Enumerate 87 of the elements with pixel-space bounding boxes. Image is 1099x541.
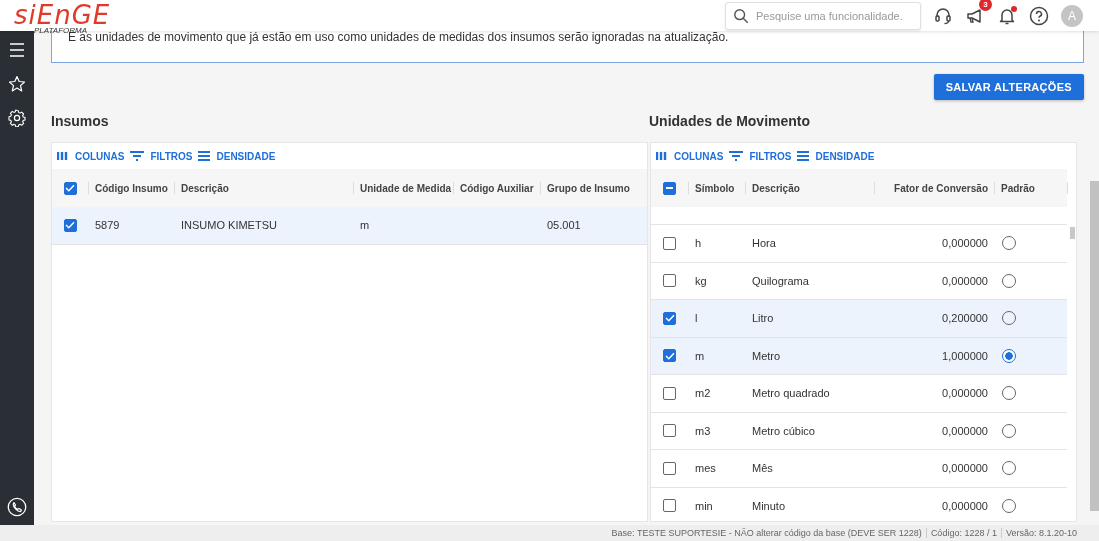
table-cell: kg: [695, 274, 707, 287]
table-row[interactable]: m Metro 1,000000: [651, 337, 1067, 375]
filter-icon: [729, 150, 744, 162]
column-header[interactable]: Símbolo: [695, 182, 735, 194]
column-header[interactable]: Padrão: [1001, 182, 1035, 194]
status-text: Código: 1228 / 1: [925, 528, 1001, 538]
table-cell: m2: [695, 387, 711, 400]
table-cell: 5879: [95, 219, 120, 232]
table-cell: Metro: [752, 349, 781, 362]
status-text: Base: TESTE SUPORTESIE - NÃO alterar código da base (DEVE SER 1228): [610, 528, 923, 538]
density-icon: [797, 150, 810, 162]
table-row[interactable]: m2 Metro quadrado 0,000000: [651, 375, 1067, 413]
table-cell: Mês: [752, 462, 773, 475]
toolbar-button[interactable]: COLUNAS: [56, 150, 126, 162]
table-cell: 0,000000: [942, 462, 988, 475]
table-cell: min: [695, 499, 713, 512]
checkbox[interactable]: [663, 349, 676, 363]
table-cell: 0,000000: [942, 237, 988, 250]
table-cell: h: [695, 237, 702, 250]
table-cell: m: [360, 219, 370, 232]
phone-icon[interactable]: [7, 497, 27, 517]
density-icon: [198, 150, 211, 162]
filter-icon: [130, 150, 145, 162]
toolbar-button[interactable]: FILTROS: [129, 150, 194, 162]
columns-icon: [57, 151, 69, 161]
toolbar-button[interactable]: FILTROS: [728, 150, 793, 162]
checkbox[interactable]: [663, 424, 676, 438]
scrollbar-thumb[interactable]: [1070, 227, 1075, 239]
table-cell: m3: [695, 424, 711, 437]
notification-badge: 3: [979, 0, 992, 11]
toolbar-button[interactable]: COLUNAS: [655, 150, 725, 162]
table-cell: Minuto: [752, 499, 786, 512]
table-cell: 1,000000: [942, 349, 988, 362]
scrollbar[interactable]: [1090, 181, 1099, 511]
checkbox[interactable]: [663, 311, 676, 325]
columns-icon: [656, 151, 668, 161]
section-title: Insumos: [51, 113, 110, 129]
table-cell: Quilograma: [752, 274, 809, 287]
table-cell: 0,000000: [942, 274, 988, 287]
checkbox[interactable]: [663, 181, 676, 195]
table-cell: Hora: [752, 237, 776, 250]
table-cell: 0,200000: [942, 312, 988, 325]
headset-icon[interactable]: [933, 5, 953, 26]
column-header[interactable]: Unidade de Medida: [360, 182, 452, 194]
checkbox[interactable]: [663, 499, 676, 513]
menu-icon[interactable]: [8, 41, 26, 59]
toolbar-button[interactable]: DENSIDADE: [197, 150, 277, 162]
logo[interactable]: siEnGE: [14, 4, 111, 26]
checkbox[interactable]: [63, 181, 77, 195]
table-cell: m: [695, 349, 705, 362]
table-cell: Metro quadrado: [752, 387, 830, 400]
column-header[interactable]: Grupo de Insumo: [547, 182, 630, 194]
table-row[interactable]: l Litro 0,200000: [651, 300, 1067, 338]
settings-icon[interactable]: [8, 109, 26, 127]
radio-button[interactable]: [1002, 348, 1016, 363]
column-header[interactable]: Código Auxiliar: [460, 182, 534, 194]
star-icon[interactable]: [8, 75, 26, 93]
table-cell: mes: [695, 462, 716, 475]
toolbar-button[interactable]: DENSIDADE: [796, 150, 876, 162]
table-cell: Litro: [752, 312, 774, 325]
column-header[interactable]: Código Insumo: [95, 182, 168, 194]
help-icon[interactable]: [1029, 5, 1049, 26]
table-cell: Metro cúbico: [752, 424, 815, 437]
search-field[interactable]: Pesquise uma funcionalidade.: [725, 1, 921, 30]
table-row[interactable]: 5879 INSUMO KIMETSU m 05.001: [52, 207, 647, 245]
checkbox[interactable]: [663, 386, 676, 400]
table-row[interactable]: h Hora 0,000000: [651, 225, 1067, 263]
checkbox[interactable]: [663, 461, 676, 475]
table-cell: 0,000000: [942, 499, 988, 512]
table-cell: l: [695, 312, 698, 325]
table-cell: 0,000000: [942, 387, 988, 400]
checkbox[interactable]: [663, 236, 676, 250]
checkbox[interactable]: [663, 274, 676, 288]
checkbox[interactable]: [63, 218, 77, 232]
section-title: Unidades de Movimento: [649, 113, 812, 129]
table-cell: 0,000000: [942, 424, 988, 437]
column-header[interactable]: Descrição: [181, 182, 229, 194]
status-text: Versão: 8.1.20-10: [1000, 528, 1081, 538]
table-row[interactable]: m3 Metro cúbico 0,000000: [651, 412, 1067, 450]
search-icon: [733, 7, 749, 24]
table-row[interactable]: mes Mês 0,000000: [651, 450, 1067, 488]
column-header[interactable]: Fator de Conversão: [894, 182, 988, 194]
logo-subtitle: PLATAFORMA: [34, 27, 88, 35]
table-cell: 05.001: [547, 219, 581, 232]
column-header[interactable]: Descrição: [752, 182, 800, 194]
table-cell: INSUMO KIMETSU: [181, 219, 277, 232]
save-button[interactable]: SALVAR ALTERAÇÕES: [933, 74, 1084, 100]
